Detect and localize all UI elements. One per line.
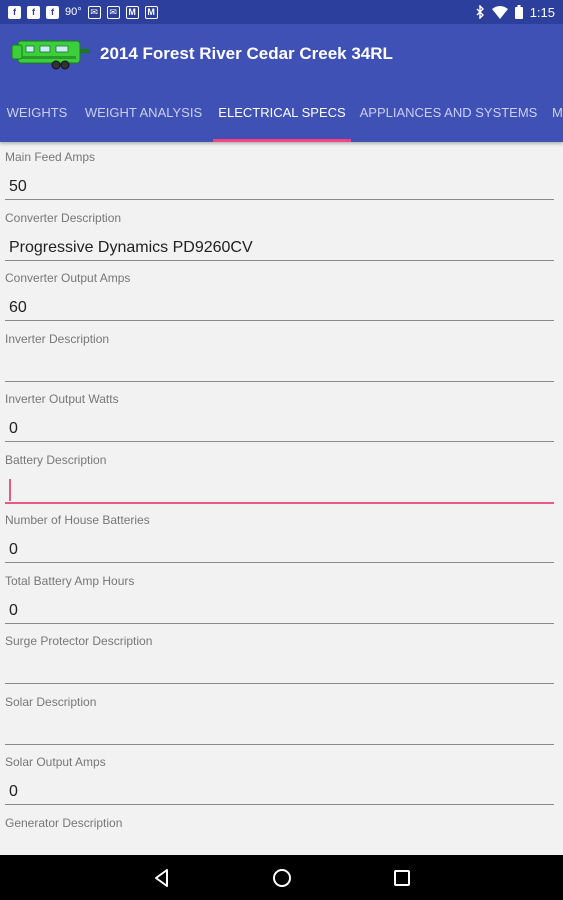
- tab-electrical-specs[interactable]: ELECTRICAL SPECS: [213, 84, 351, 142]
- converter-description-field[interactable]: Converter Description Progressive Dynami…: [0, 203, 563, 264]
- page-title: 2014 Forest River Cedar Creek 34RL: [100, 44, 393, 63]
- field-underline: [5, 683, 554, 684]
- field-label: Inverter Output Watts: [5, 392, 119, 406]
- text-cursor: [9, 479, 11, 501]
- main-feed-amps-field[interactable]: Main Feed Amps 50: [0, 142, 563, 203]
- field-underline: [5, 804, 554, 805]
- tab-bar: WEIGHTS WEIGHT ANALYSIS ELECTRICAL SPECS…: [0, 84, 563, 142]
- generator-description-field[interactable]: Generator Description: [0, 808, 563, 855]
- field-underline: [5, 744, 554, 745]
- field-label: Number of House Batteries: [5, 513, 150, 527]
- notification-icons: f f f 90° ✉ ✉ M M: [0, 5, 158, 19]
- field-value[interactable]: 50: [9, 178, 27, 196]
- converter-output-amps-field[interactable]: Converter Output Amps 60: [0, 263, 563, 324]
- field-underline: [5, 320, 554, 321]
- field-label: Converter Output Amps: [5, 271, 131, 285]
- solar-output-amps-field[interactable]: Solar Output Amps 0: [0, 747, 563, 808]
- battery-icon: [514, 5, 523, 19]
- tab-weights[interactable]: WEIGHTS: [0, 84, 74, 142]
- weather-temperature: 90°: [65, 6, 82, 18]
- status-bar: f f f 90° ✉ ✉ M M 1:15: [0, 0, 563, 24]
- tab-more[interactable]: M: [552, 84, 563, 142]
- rv-trailer-icon: [12, 40, 90, 70]
- wifi-icon: [491, 5, 508, 19]
- field-label: Converter Description: [5, 211, 122, 225]
- email-icon: ✉: [106, 5, 120, 19]
- field-label: Generator Description: [5, 816, 123, 830]
- field-label: Solar Description: [5, 695, 97, 709]
- field-underline: [5, 562, 554, 563]
- gmail-icon: M: [125, 5, 139, 19]
- solar-description-field[interactable]: Solar Description: [0, 687, 563, 748]
- facebook-icon: f: [46, 5, 59, 19]
- bluetooth-icon: [476, 5, 484, 19]
- field-label: Surge Protector Description: [5, 634, 153, 648]
- email-icon: ✉: [87, 5, 101, 19]
- field-value[interactable]: 0: [9, 602, 18, 620]
- field-value[interactable]: 0: [9, 420, 18, 438]
- battery-description-field[interactable]: Battery Description: [0, 445, 563, 506]
- field-label: Inverter Description: [5, 332, 110, 346]
- system-icons: 1:15: [476, 5, 563, 20]
- field-value[interactable]: Progressive Dynamics PD9260CV: [9, 239, 253, 257]
- field-label: Total Battery Amp Hours: [5, 574, 135, 588]
- field-underline: [5, 199, 554, 200]
- navigation-bar: [0, 855, 563, 900]
- back-icon[interactable]: [151, 867, 173, 889]
- field-value[interactable]: 0: [9, 541, 18, 559]
- gmail-icon: M: [144, 5, 158, 19]
- surge-protector-description-field[interactable]: Surge Protector Description: [0, 626, 563, 687]
- field-underline: [5, 502, 554, 504]
- total-battery-amp-hours-field[interactable]: Total Battery Amp Hours 0: [0, 566, 563, 627]
- field-value[interactable]: 0: [9, 783, 18, 801]
- inverter-output-watts-field[interactable]: Inverter Output Watts 0: [0, 384, 563, 445]
- clock: 1:15: [529, 4, 555, 20]
- recent-apps-icon[interactable]: [391, 867, 413, 889]
- tab-weight-analysis[interactable]: WEIGHT ANALYSIS: [80, 84, 207, 142]
- tab-appliances-and-systems[interactable]: APPLIANCES AND SYSTEMS: [356, 84, 541, 142]
- inverter-description-field[interactable]: Inverter Description: [0, 324, 563, 385]
- home-icon[interactable]: [271, 867, 293, 889]
- number-of-house-batteries-field[interactable]: Number of House Batteries 0: [0, 505, 563, 566]
- field-underline: [5, 441, 554, 442]
- field-underline: [5, 381, 554, 382]
- field-label: Main Feed Amps: [5, 150, 96, 164]
- field-value[interactable]: 60: [9, 299, 27, 317]
- field-underline: [5, 623, 554, 624]
- field-label: Battery Description: [5, 453, 107, 467]
- facebook-icon: f: [27, 5, 40, 19]
- facebook-icon: f: [8, 5, 21, 19]
- app-bar: 2014 Forest River Cedar Creek 34RL: [0, 24, 563, 84]
- field-label: Solar Output Amps: [5, 755, 106, 769]
- field-underline: [5, 260, 554, 261]
